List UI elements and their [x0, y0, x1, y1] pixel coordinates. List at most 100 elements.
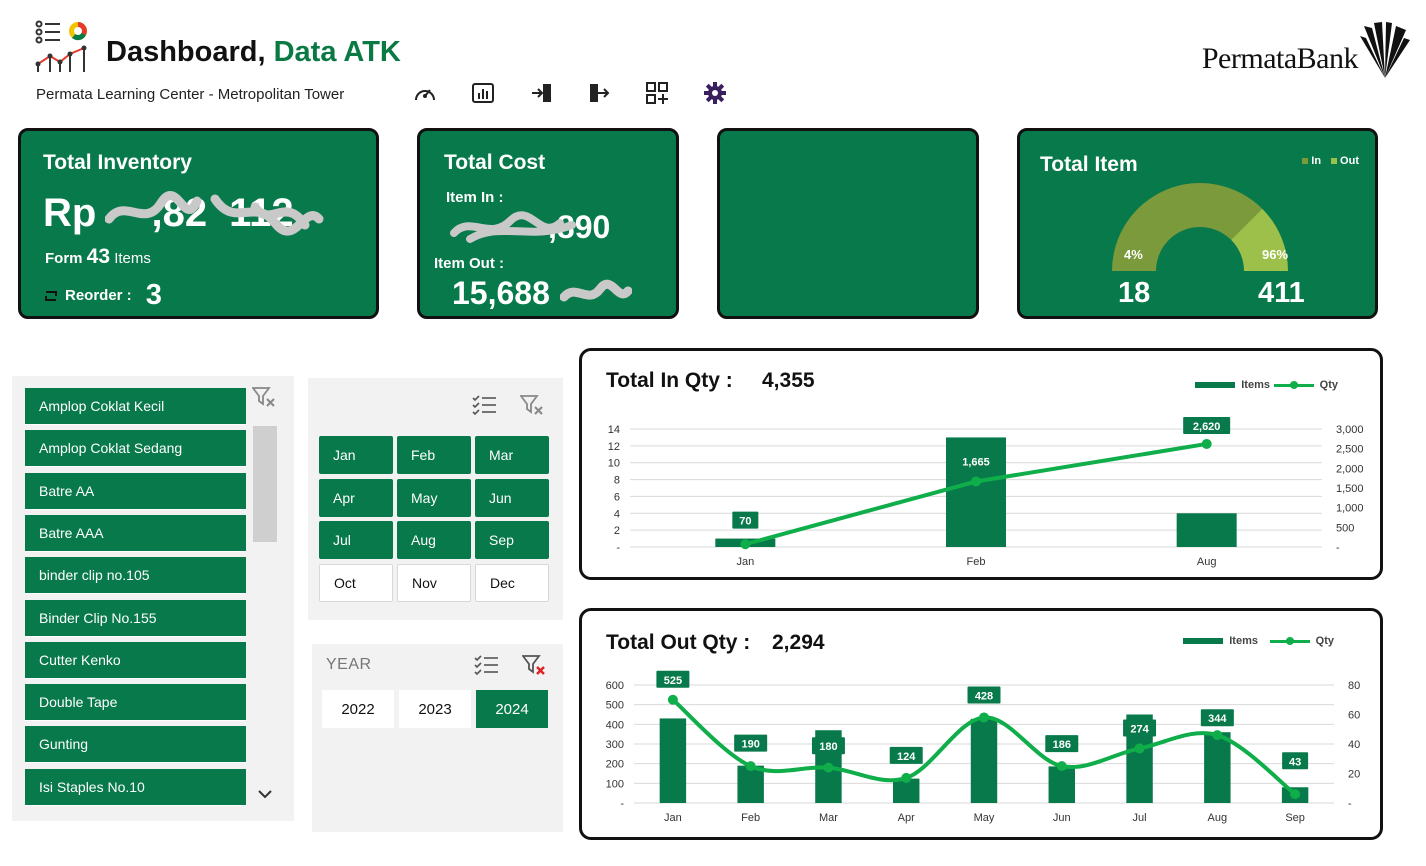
y-tick-label: 14: [608, 424, 620, 436]
x-tick-label: Aug: [1197, 556, 1217, 568]
qty-point-feb: [745, 761, 756, 772]
qty-point-jan: [740, 539, 751, 550]
month-button-dec[interactable]: Dec: [475, 563, 549, 602]
count-in: 18: [1118, 277, 1151, 309]
year-slicer: YEAR 2022 2023 2024: [312, 644, 563, 832]
qty-point-may: [979, 712, 989, 723]
slicer-item[interactable]: Double Tape: [25, 684, 246, 722]
month-button-jun[interactable]: Jun: [475, 478, 549, 517]
y-tick-label: 600: [606, 680, 624, 692]
qty-point-apr: [901, 772, 912, 783]
redaction-scribble: [560, 279, 632, 302]
brand-name: PermataBank: [1201, 42, 1359, 75]
total-in-panel: Total In Qty : 4,355 Items Qty -2 4 6 8 10 12…: [579, 348, 1383, 580]
title-accent: Data ATK: [273, 36, 401, 68]
slicer-item[interactable]: Isi Staples No.10: [25, 768, 246, 806]
page-subtitle: Permata Learning Center - Metropolitan T…: [36, 86, 345, 103]
pct-out-label: 96%: [1262, 247, 1289, 262]
y2-tick-label: 20: [1348, 769, 1360, 781]
multi-select-icon[interactable]: [474, 654, 500, 681]
month-button-mar[interactable]: Mar: [475, 436, 549, 474]
bar-aug: [1204, 732, 1231, 803]
year-button-2023[interactable]: 2023: [399, 690, 471, 728]
y-tick-label: 500: [606, 700, 624, 712]
slicer-item[interactable]: Batre AA: [25, 472, 246, 510]
qty-point-jun: [1056, 761, 1067, 772]
data-label: 180: [819, 741, 837, 753]
y2-tick-label: 80: [1348, 680, 1360, 692]
x-tick-label: Sep: [1285, 812, 1305, 824]
data-label: 428: [975, 690, 993, 702]
logout-icon[interactable]: [570, 78, 628, 108]
x-tick-label: Aug: [1208, 812, 1228, 824]
bar-chart-icon[interactable]: [454, 78, 512, 108]
clear-filter-active-icon[interactable]: [521, 654, 546, 681]
clear-filter-icon[interactable]: [519, 394, 544, 421]
x-tick-label: Jun: [1053, 812, 1071, 824]
data-label: 274: [1130, 724, 1149, 736]
total-out-chart: - 100 200 300 400 500 600 - 20 40 60 80 Jan Feb Mar Apr…: [606, 670, 1360, 824]
clear-filter-icon[interactable]: [251, 386, 276, 413]
reorder-label: Reorder :: [65, 287, 132, 304]
scrollbar-thumb[interactable]: [253, 426, 277, 542]
x-tick-label: Feb: [741, 812, 760, 824]
month-button-sep[interactable]: Sep: [475, 521, 549, 559]
legend-out: Out: [1340, 155, 1359, 167]
data-label: 186: [1053, 739, 1071, 751]
year-button-2022[interactable]: 2022: [322, 690, 394, 728]
redaction-scribble: [450, 211, 576, 243]
reorder-count: 3: [145, 279, 162, 311]
month-button-oct[interactable]: Oct: [319, 563, 393, 602]
slicer-item[interactable]: Amplop Coklat Sedang: [25, 430, 246, 468]
month-button-may[interactable]: May: [397, 478, 471, 517]
speedometer-icon[interactable]: [396, 78, 454, 108]
total-out-panel: Total Out Qty : 2,294 Items Qty -100 200 3…: [579, 608, 1383, 840]
slicer-item[interactable]: Amplop Coklat Kecil: [25, 388, 246, 425]
multi-select-icon[interactable]: [472, 394, 498, 421]
chevron-down-icon[interactable]: [258, 786, 272, 804]
slicer-item[interactable]: binder clip no.105: [25, 557, 246, 595]
slicer-item[interactable]: Cutter Kenko: [25, 641, 246, 679]
y2-tick-label: 2,500: [1336, 444, 1364, 456]
x-tick-label: May: [974, 812, 995, 824]
y2-tick-label: 1,500: [1336, 483, 1364, 495]
total-cost-card: Total Cost Item In : ,890 Item Out : 15,…: [417, 128, 679, 319]
login-icon[interactable]: [512, 78, 570, 108]
x-tick-label: Jul: [1133, 812, 1147, 824]
y-tick-label: 400: [606, 719, 624, 731]
slicer-item[interactable]: Batre AAA: [25, 514, 246, 552]
month-button-feb[interactable]: Feb: [397, 436, 471, 474]
month-button-aug[interactable]: Aug: [397, 521, 471, 559]
page-title: Dashboard, Data ATK: [106, 36, 401, 69]
y2-tick-label: 40: [1348, 739, 1360, 751]
slicer-item[interactable]: Gunting: [25, 726, 246, 764]
month-button-jul[interactable]: Jul: [319, 521, 393, 559]
month-button-nov[interactable]: Nov: [397, 563, 471, 602]
add-grid-icon[interactable]: [628, 78, 686, 108]
card-title: Total Cost: [444, 151, 546, 174]
form-number: 43: [86, 245, 111, 268]
data-label: 124: [897, 751, 916, 763]
toolbar: [396, 78, 744, 108]
gear-icon[interactable]: [686, 78, 744, 108]
diamond-logo-icon: [1360, 22, 1410, 78]
month-button-apr[interactable]: Apr: [319, 478, 393, 517]
slicer-item[interactable]: Binder Clip No.155: [25, 599, 246, 637]
y-tick-label: 10: [608, 458, 620, 470]
empty-card: [717, 128, 979, 319]
year-button-2024[interactable]: 2024: [476, 690, 548, 728]
qty-point-sep: [1290, 789, 1301, 800]
reorder-icon: [45, 290, 57, 301]
currency-label: Rp: [43, 191, 97, 235]
y2-tick-label: 500: [1336, 522, 1354, 534]
card-title: Total Inventory: [43, 151, 192, 174]
bar-jan: [659, 718, 687, 803]
month-button-jan[interactable]: Jan: [319, 436, 393, 474]
redaction-scribble: [105, 191, 324, 236]
reorder-row: Reorder : 3: [43, 279, 162, 312]
y-tick-label: 4: [614, 508, 620, 520]
data-label: 344: [1208, 713, 1227, 725]
y-tick-label: 100: [606, 778, 624, 790]
x-tick-label: Jan: [664, 812, 682, 824]
pct-in-label: 4%: [1124, 247, 1143, 262]
